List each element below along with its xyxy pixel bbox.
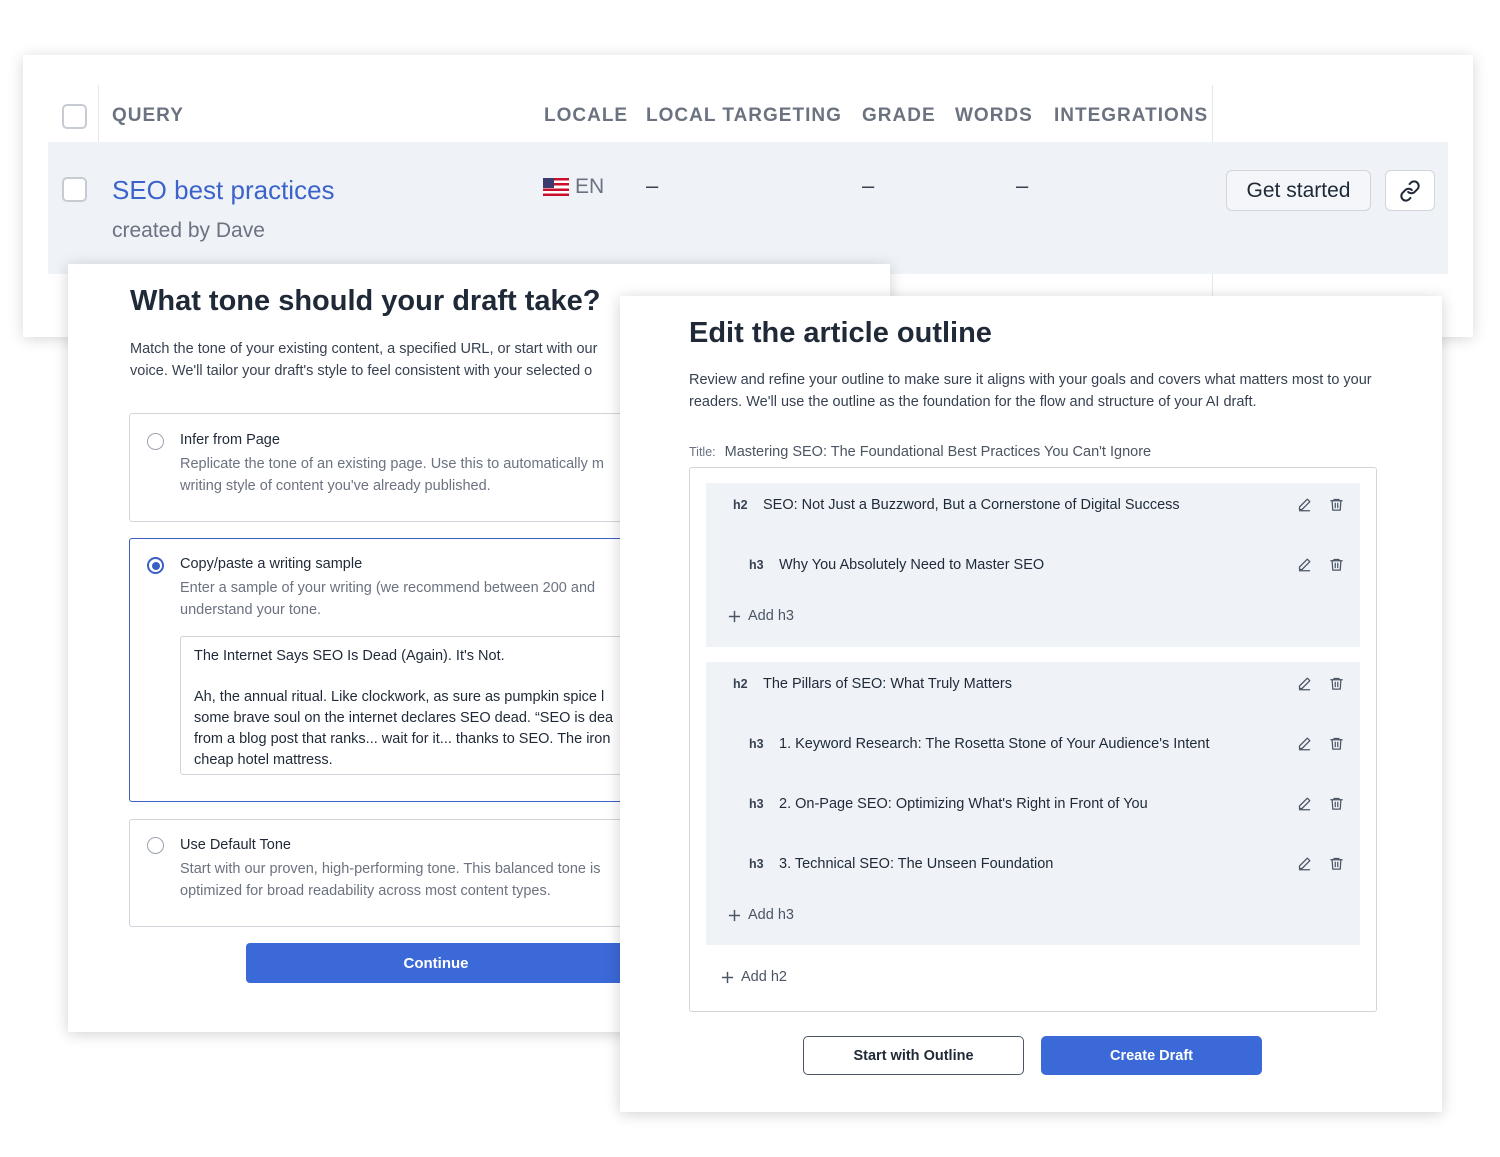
outline-dialog-description: Review and refine your outline to make s… [689, 372, 1372, 410]
edit-icon[interactable] [1297, 736, 1312, 751]
edit-icon[interactable] [1297, 856, 1312, 871]
edit-icon[interactable] [1297, 796, 1312, 811]
get-started-button[interactable]: Get started [1226, 170, 1371, 211]
heading-text[interactable]: 1. Keyword Research: The Rosetta Stone o… [779, 736, 1210, 752]
trash-icon[interactable] [1329, 497, 1344, 512]
continue-button[interactable]: Continue [246, 943, 626, 983]
trash-icon[interactable] [1329, 557, 1344, 572]
radio-infer-from-page[interactable] [147, 433, 164, 450]
edit-icon[interactable] [1297, 557, 1312, 572]
edit-icon[interactable] [1297, 676, 1312, 691]
header-words[interactable]: WORDS [955, 105, 1033, 127]
created-by-text: created by Dave [112, 219, 265, 242]
heading-tag: h3 [749, 857, 764, 871]
header-locale[interactable]: LOCALE [544, 105, 628, 127]
locale-text: EN [575, 175, 605, 198]
header-query[interactable]: QUERY [112, 105, 184, 127]
heading-tag: h3 [749, 797, 764, 811]
heading-text[interactable]: 2. On-Page SEO: Optimizing What's Right … [779, 796, 1148, 812]
heading-tag: h2 [733, 677, 748, 691]
article-title-label: Title: [689, 445, 716, 459]
outline-editor: h2 SEO: Not Just a Buzzword, But a Corne… [689, 467, 1377, 1012]
copy-link-button[interactable] [1385, 170, 1435, 211]
words-value: – [1016, 173, 1029, 198]
trash-icon[interactable] [1329, 676, 1344, 691]
outline-h2-row[interactable]: h2 SEO: Not Just a Buzzword, But a Corne… [706, 485, 1360, 525]
heading-text[interactable]: The Pillars of SEO: What Truly Matters [763, 676, 1012, 692]
outline-section: h2 The Pillars of SEO: What Truly Matter… [706, 662, 1360, 945]
option-description: Enter a sample of your writing (we recom… [180, 580, 596, 618]
heading-text[interactable]: Why You Absolutely Need to Master SEO [779, 557, 1044, 573]
heading-tag: h3 [749, 737, 764, 751]
add-h2-button[interactable]: Add h2 [721, 969, 787, 985]
plus-icon [728, 610, 741, 622]
outline-h3-row[interactable]: h3 1. Keyword Research: The Rosetta Ston… [706, 724, 1360, 764]
option-description: Start with our proven, high-performing t… [180, 861, 601, 899]
plus-icon [721, 971, 734, 983]
trash-icon[interactable] [1329, 736, 1344, 751]
query-link[interactable]: SEO best practices [112, 175, 335, 206]
option-title: Copy/paste a writing sample [180, 556, 363, 572]
link-icon [1400, 179, 1420, 202]
tone-dialog-title: What tone should your draft take? [130, 285, 601, 317]
article-title-row: Title: Mastering SEO: The Foundational B… [689, 444, 1151, 460]
us-flag-icon [543, 178, 569, 196]
trash-icon[interactable] [1329, 796, 1344, 811]
outline-dialog: Edit the article outline Review and refi… [620, 296, 1442, 1112]
outline-h3-row[interactable]: h3 Why You Absolutely Need to Master SEO [706, 545, 1360, 585]
header-integrations[interactable]: INTEGRATIONS [1054, 105, 1208, 127]
outline-h3-row[interactable]: h3 3. Technical SEO: The Unseen Foundati… [706, 844, 1360, 884]
option-title: Infer from Page [180, 432, 280, 448]
outline-h2-row[interactable]: h2 The Pillars of SEO: What Truly Matter… [706, 664, 1360, 704]
option-title: Use Default Tone [180, 837, 291, 853]
local-targeting-value: – [646, 173, 659, 198]
option-description: Replicate the tone of an existing page. … [180, 456, 604, 494]
grade-value: – [862, 173, 875, 198]
add-h3-button[interactable]: Add h3 [728, 907, 794, 923]
header-grade[interactable]: GRADE [862, 105, 936, 127]
heading-text[interactable]: 3. Technical SEO: The Unseen Foundation [779, 856, 1053, 872]
outline-dialog-title: Edit the article outline [689, 317, 992, 349]
add-h3-button[interactable]: Add h3 [728, 608, 794, 624]
locale-cell: EN [543, 175, 604, 199]
start-with-outline-button[interactable]: Start with Outline [803, 1036, 1024, 1075]
create-draft-button[interactable]: Create Draft [1041, 1036, 1262, 1075]
outline-h3-row[interactable]: h3 2. On-Page SEO: Optimizing What's Rig… [706, 784, 1360, 824]
select-all-checkbox[interactable] [62, 104, 87, 129]
radio-use-default-tone[interactable] [147, 837, 164, 854]
heading-tag: h2 [733, 498, 748, 512]
heading-tag: h3 [749, 558, 764, 572]
row-checkbox[interactable] [62, 177, 87, 202]
edit-icon[interactable] [1297, 497, 1312, 512]
trash-icon[interactable] [1329, 856, 1344, 871]
article-title-value[interactable]: Mastering SEO: The Foundational Best Pra… [725, 444, 1151, 460]
outline-section: h2 SEO: Not Just a Buzzword, But a Corne… [706, 483, 1360, 647]
heading-text[interactable]: SEO: Not Just a Buzzword, But a Cornerst… [763, 497, 1180, 513]
plus-icon [728, 909, 741, 921]
header-local-targeting[interactable]: LOCAL TARGETING [646, 105, 842, 127]
radio-copy-paste-sample[interactable] [147, 557, 164, 574]
